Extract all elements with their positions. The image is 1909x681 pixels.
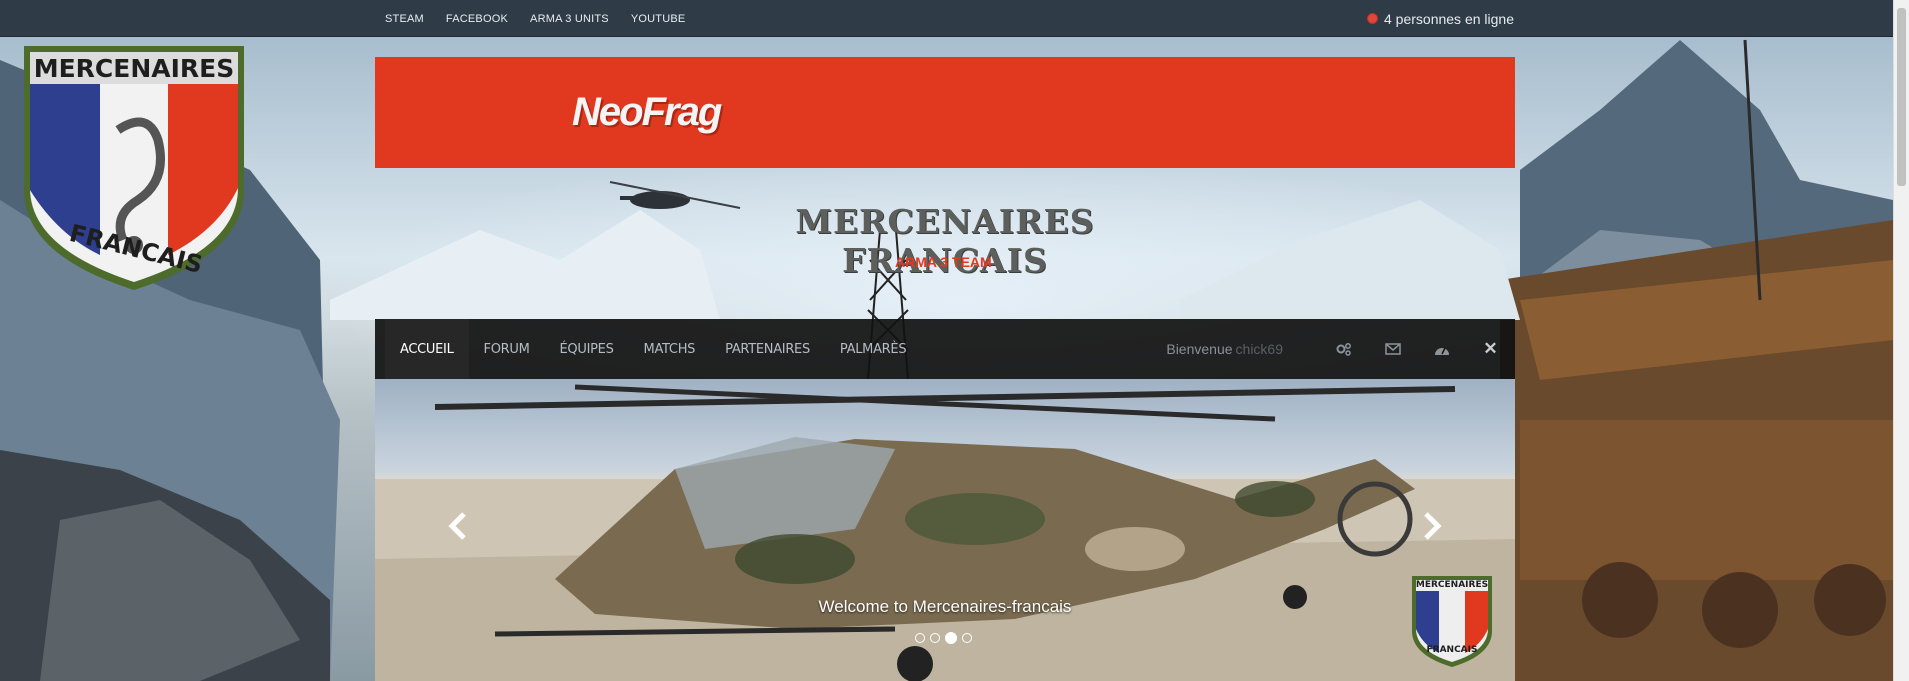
youtube-link[interactable]: YOUTUBE [631, 13, 686, 25]
carousel-indicator-2[interactable] [930, 633, 940, 643]
close-icon[interactable]: ✕ [1466, 319, 1515, 379]
globe-icon [1367, 13, 1378, 24]
carousel-next-button[interactable] [1417, 506, 1447, 546]
neofrag-logo[interactable]: NeoFrag [572, 90, 722, 135]
mail-icon[interactable] [1368, 319, 1417, 379]
arma3units-link[interactable]: ARMA 3 UNITS [530, 13, 609, 25]
facebook-link[interactable]: FACEBOOK [446, 13, 508, 25]
carousel-caption: Welcome to Mercenaires-francais [818, 597, 1072, 616]
page-scrollbar[interactable] [1893, 0, 1909, 681]
carousel-emblem-top-text: MERCENAIRES [1415, 580, 1489, 590]
nav-item-matchs[interactable]: MATCHS [629, 319, 711, 379]
chevron-right-icon [1424, 512, 1442, 540]
top-links: STEAM FACEBOOK ARMA 3 UNITS YOUTUBE [385, 0, 707, 37]
carousel-emblem: MERCENAIRES FRANCAIS [1409, 573, 1495, 669]
hero-carousel: Welcome to Mercenaires-francais MERCENAI… [375, 379, 1515, 681]
nav-item-forum[interactable]: FORUM [469, 319, 545, 379]
username[interactable]: chick69 [1236, 341, 1283, 357]
site-subtitle: ARMA 3 TEAM [895, 254, 992, 270]
carousel-indicator-4[interactable] [962, 633, 972, 643]
carousel-prev-button[interactable] [443, 506, 473, 546]
settings-icon[interactable] [1319, 319, 1368, 379]
carousel-indicators [915, 632, 977, 644]
carousel-emblem-bottom-text: FRANCAIS [1426, 645, 1478, 655]
nav-item-partenaires[interactable]: PARTENAIRES [710, 319, 825, 379]
welcome-label: Bienvenue [1166, 341, 1233, 357]
header-banner: NeoFrag [375, 57, 1515, 168]
nav-item-equipes[interactable]: ÉQUIPES [545, 319, 629, 379]
dashboard-icon[interactable] [1417, 319, 1466, 379]
online-counter: 4 personnes en ligne [1367, 0, 1514, 37]
top-bar: STEAM FACEBOOK ARMA 3 UNITS YOUTUBE 4 pe… [0, 0, 1893, 37]
nav-item-palmares[interactable]: PALMARÈS [825, 319, 921, 379]
carousel-indicator-1[interactable] [915, 633, 925, 643]
emblem-top-text: MERCENAIRES [33, 54, 235, 83]
user-area: Bienvenue chick69 ✕ [1166, 319, 1515, 379]
carousel-indicator-3[interactable] [945, 632, 957, 644]
welcome-message: Bienvenue chick69 [1166, 341, 1283, 357]
steam-link[interactable]: STEAM [385, 13, 424, 25]
main-nav: ACCUEIL FORUM ÉQUIPES MATCHS PARTENAIRES… [375, 319, 1515, 379]
team-emblem[interactable]: MERCENAIRES FRANCAIS [18, 40, 250, 294]
online-text: 4 personnes en ligne [1384, 10, 1514, 27]
chevron-left-icon [448, 512, 466, 540]
nav-item-accueil[interactable]: ACCUEIL [385, 319, 469, 379]
scrollbar-thumb[interactable] [1897, 8, 1906, 186]
